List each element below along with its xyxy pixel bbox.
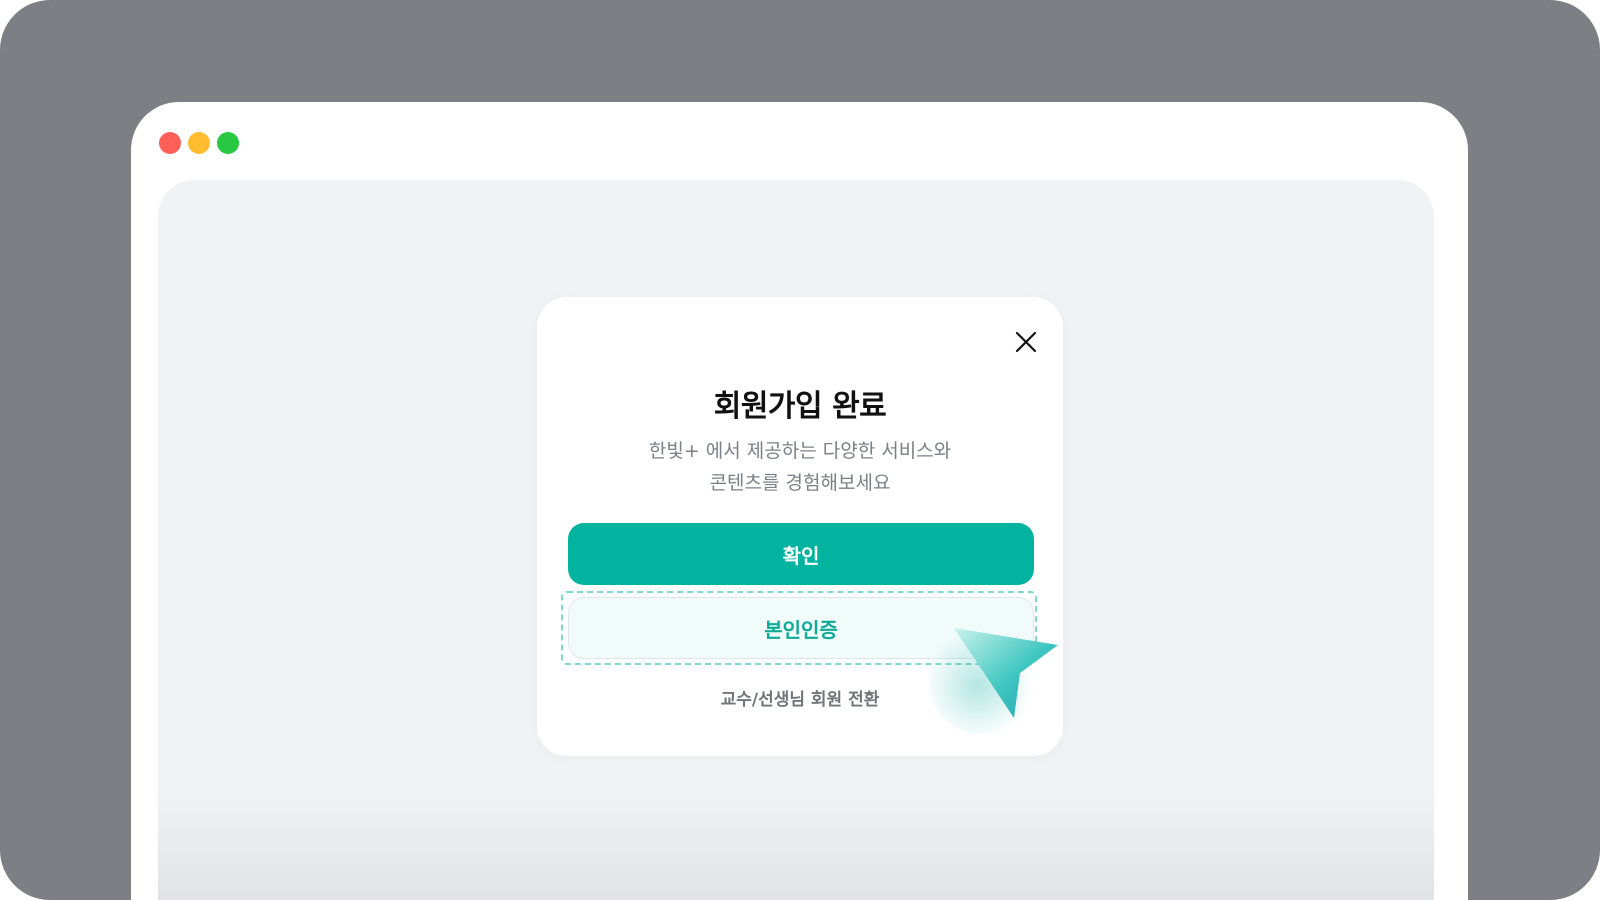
pointer-cursor-icon: [928, 625, 1058, 735]
description-line-1: 한빛+ 에서 제공하는 다양한 서비스와: [648, 440, 952, 462]
maximize-window-dot[interactable]: [217, 132, 239, 154]
close-window-dot[interactable]: [159, 132, 181, 154]
close-button[interactable]: [1011, 327, 1041, 357]
device-frame: 회원가입 완료 한빛+ 에서 제공하는 다양한 서비스와 콘텐츠를 경험해보세요…: [0, 0, 1600, 900]
close-icon: [1015, 331, 1037, 353]
minimize-window-dot[interactable]: [188, 132, 210, 154]
modal-description: 한빛+ 에서 제공하는 다양한 서비스와 콘텐츠를 경험해보세요: [537, 435, 1063, 499]
window-controls: [159, 132, 239, 154]
modal-title: 회원가입 완료: [713, 389, 887, 424]
bottom-fade: [158, 790, 1434, 900]
confirm-button[interactable]: 확인: [568, 523, 1034, 585]
description-line-2: 콘텐츠를 경험해보세요: [709, 472, 891, 494]
